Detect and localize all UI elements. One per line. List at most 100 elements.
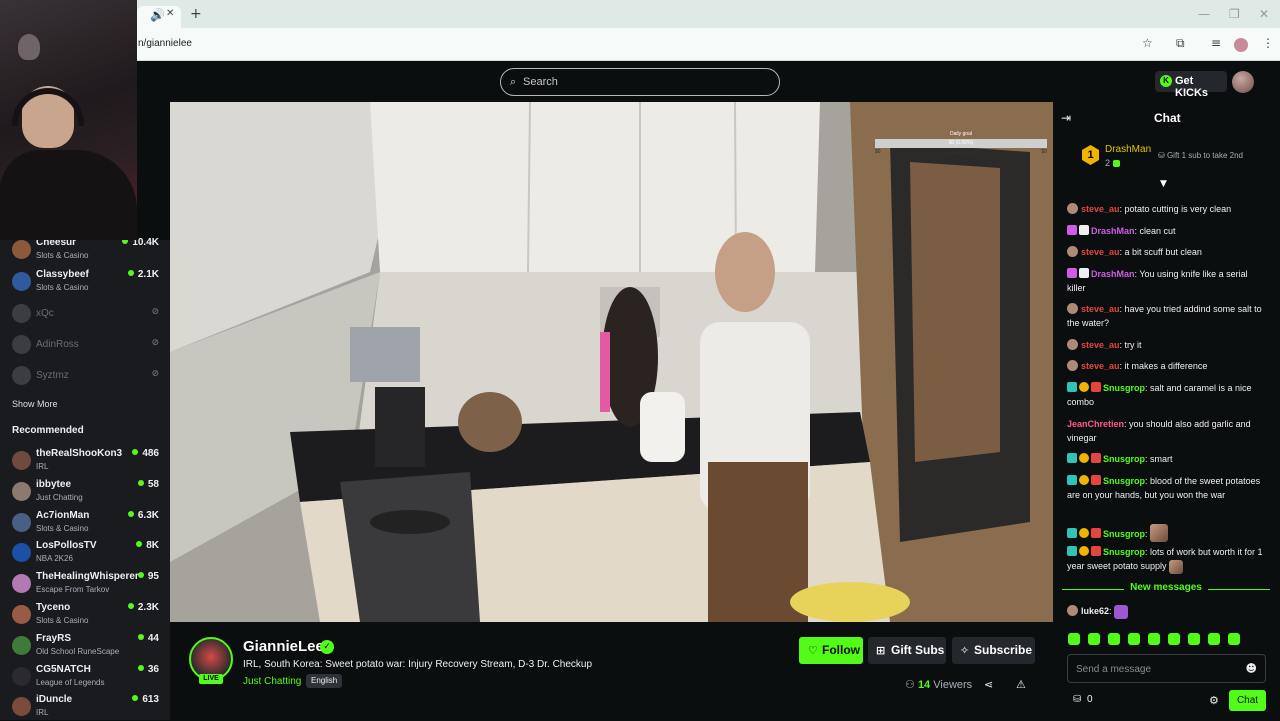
recommended-channel-1[interactable]: ibbytee Just Chatting 58 — [10, 478, 165, 506]
recommended-channel-3[interactable]: LosPollosTV NBA 2K26 8K — [10, 539, 165, 567]
extensions-icon[interactable]: ⧉ — [1176, 36, 1185, 51]
chat-username[interactable]: DrashMan — [1091, 226, 1135, 236]
viewer-count: 2.1K — [127, 269, 159, 280]
gifter-name: DrashMan — [1105, 144, 1152, 155]
live-dot-icon — [132, 695, 139, 702]
channel-avatar-icon — [12, 366, 31, 385]
profile-icon[interactable] — [1234, 38, 1248, 52]
lamp-shape — [18, 34, 40, 60]
window-close-button[interactable]: ✕ — [1259, 7, 1269, 21]
channel-name: Ac7ionMan — [36, 509, 90, 521]
viewers-number: 14 — [917, 679, 931, 691]
recommended-channel-2[interactable]: Ac7ionMan Slots & Casino 6.3K — [10, 509, 165, 537]
gifter-badge-icon — [1079, 453, 1089, 463]
emote-icon[interactable] — [1168, 633, 1180, 645]
offline-icon: ⊘ — [151, 369, 159, 379]
channel-points[interactable]: ⛁ 0 — [1073, 694, 1093, 705]
follow-button[interactable]: ♡ Follow — [799, 637, 863, 664]
channel-category: Escape From Tarkov — [36, 585, 110, 595]
subscribe-button[interactable]: ✧ Subscribe — [952, 637, 1035, 664]
emote-icon[interactable] — [1128, 633, 1140, 645]
menu-icon[interactable]: ⋮ — [1262, 36, 1274, 50]
chat-username[interactable]: luke62 — [1081, 606, 1109, 616]
media-control-icon[interactable]: ≡ — [1211, 36, 1221, 50]
channel-category: Slots & Casino — [36, 523, 89, 533]
viewer-count: 2.3K — [127, 602, 159, 613]
get-kicks-button[interactable]: K Get KICKs — [1155, 71, 1227, 99]
sidebar-channel-0[interactable]: Cheesur Slots & Casino 10.4K — [10, 236, 165, 264]
recommended-channel-0[interactable]: theRealShooKon3 IRL 486 — [10, 447, 165, 475]
window-minimize-button[interactable]: — — [1198, 7, 1210, 21]
window-restore-button[interactable]: ❐ — [1229, 7, 1240, 21]
chat-message-input[interactable] — [1076, 661, 1236, 677]
channel-category: Just Chatting — [36, 492, 83, 502]
chat-username[interactable]: steve_au — [1081, 304, 1120, 314]
language-tag[interactable]: English — [306, 674, 343, 688]
recommended-channel-5[interactable]: Tyceno Slots & Casino 2.3K — [10, 601, 165, 629]
live-dot-icon — [137, 572, 144, 579]
channel-category: IRL — [36, 462, 49, 471]
search-placeholder: Search — [523, 76, 558, 88]
browser-address-bar[interactable]: n/giannielee ☆ ⧉ ≡ ⋮ — [0, 28, 1280, 61]
chat-username[interactable]: JeanChretien — [1067, 419, 1124, 429]
emote-icon[interactable] — [1228, 633, 1240, 645]
points-icon: ⛁ — [1073, 694, 1082, 705]
emote-icon[interactable] — [1208, 633, 1220, 645]
show-more-link[interactable]: Show More — [12, 399, 58, 409]
chat-username[interactable]: Snusgrop — [1103, 547, 1145, 557]
sidebar-channel-4[interactable]: Syztmz ⊘ — [10, 362, 165, 390]
chat-send-button[interactable]: Chat — [1229, 690, 1266, 711]
top-gifter-banner[interactable]: 1 DrashMan 2 ⛁ Gift 1 sub to take 2nd — [1060, 138, 1272, 174]
chat-username[interactable]: steve_au — [1081, 340, 1120, 350]
recommended-heading: Recommended — [12, 425, 84, 436]
emote-icon[interactable] — [1188, 633, 1200, 645]
gift-subs-button[interactable]: ⊞ Gift Subs — [868, 637, 946, 664]
chat-username[interactable]: Snusgrop — [1103, 529, 1145, 539]
sidebar-channel-2[interactable]: xQc ⊘ — [10, 300, 165, 328]
bookmark-star-icon[interactable]: ☆ — [1142, 36, 1153, 50]
share-icon[interactable]: ⋖ — [984, 678, 993, 691]
chat-username[interactable]: Snusgrop — [1103, 454, 1145, 464]
stream-category-link[interactable]: Just Chatting — [243, 676, 301, 687]
emoji-icon[interactable]: ☻ — [1246, 662, 1257, 675]
chat-text: : it makes a difference — [1119, 361, 1208, 371]
emote-icon[interactable] — [1068, 633, 1080, 645]
chat-settings-icon[interactable]: ⚙ — [1209, 694, 1219, 707]
tab-close-icon[interactable]: ✕ — [166, 8, 174, 19]
recommended-channel-4[interactable]: TheHealingWhisperer Escape From Tarkov 95 — [10, 570, 165, 598]
chat-username[interactable]: Snusgrop — [1103, 383, 1145, 393]
user-avatar-icon — [1067, 203, 1078, 214]
emote-icon[interactable] — [1108, 633, 1120, 645]
chat-input-box[interactable]: ☻ — [1067, 654, 1266, 683]
emote-icon[interactable] — [1148, 633, 1160, 645]
chat-username[interactable]: steve_au — [1081, 361, 1120, 371]
chat-username[interactable]: DrashMan — [1091, 269, 1135, 279]
chat-username[interactable]: steve_au — [1081, 204, 1120, 214]
url-text[interactable]: n/giannielee — [138, 38, 192, 49]
recommended-channel-6[interactable]: FrayRS Old School RuneScape 44 — [10, 632, 165, 660]
live-dot-icon — [137, 633, 144, 640]
sidebar-channel-1[interactable]: Classybeef Slots & Casino 2.1K — [10, 268, 165, 296]
search-icon: ⌕ — [510, 75, 517, 88]
viewer-count: 36 — [137, 664, 159, 675]
user-avatar[interactable] — [1232, 71, 1254, 93]
channel-avatar-icon — [12, 451, 31, 470]
search-input[interactable]: ⌕ Search — [500, 68, 780, 96]
recommended-channel-7[interactable]: CG5NATCH League of Legends 36 — [10, 663, 165, 691]
report-icon[interactable]: ⚠ — [1016, 678, 1026, 691]
emote-icon[interactable] — [1088, 633, 1100, 645]
chat-username[interactable]: Snusgrop — [1103, 476, 1145, 486]
collapse-chat-icon[interactable]: ⇥ — [1061, 111, 1071, 125]
video-player[interactable]: Daily goal $0 (0.00%) $0 ~ HOURS TO GO $… — [170, 102, 1053, 622]
chat-username[interactable]: steve_au — [1081, 247, 1120, 257]
new-messages-label[interactable]: New messages — [1060, 582, 1272, 593]
gift-small-icon: ⛁ — [1158, 151, 1165, 160]
recommended-channel-8[interactable]: iDuncle IRL 613 — [10, 693, 165, 721]
channel-name[interactable]: GiannieLee — [243, 638, 324, 655]
chat-message: Snusgrop: — [1067, 524, 1263, 542]
new-tab-button[interactable]: + — [190, 6, 202, 22]
tab-audio-icon[interactable]: 🔊 — [150, 8, 165, 22]
pinned-toggle-icon[interactable]: ▼ — [1160, 179, 1167, 189]
sidebar-channel-3[interactable]: AdinRoss ⊘ — [10, 331, 165, 359]
user-avatar-icon — [1067, 605, 1078, 616]
